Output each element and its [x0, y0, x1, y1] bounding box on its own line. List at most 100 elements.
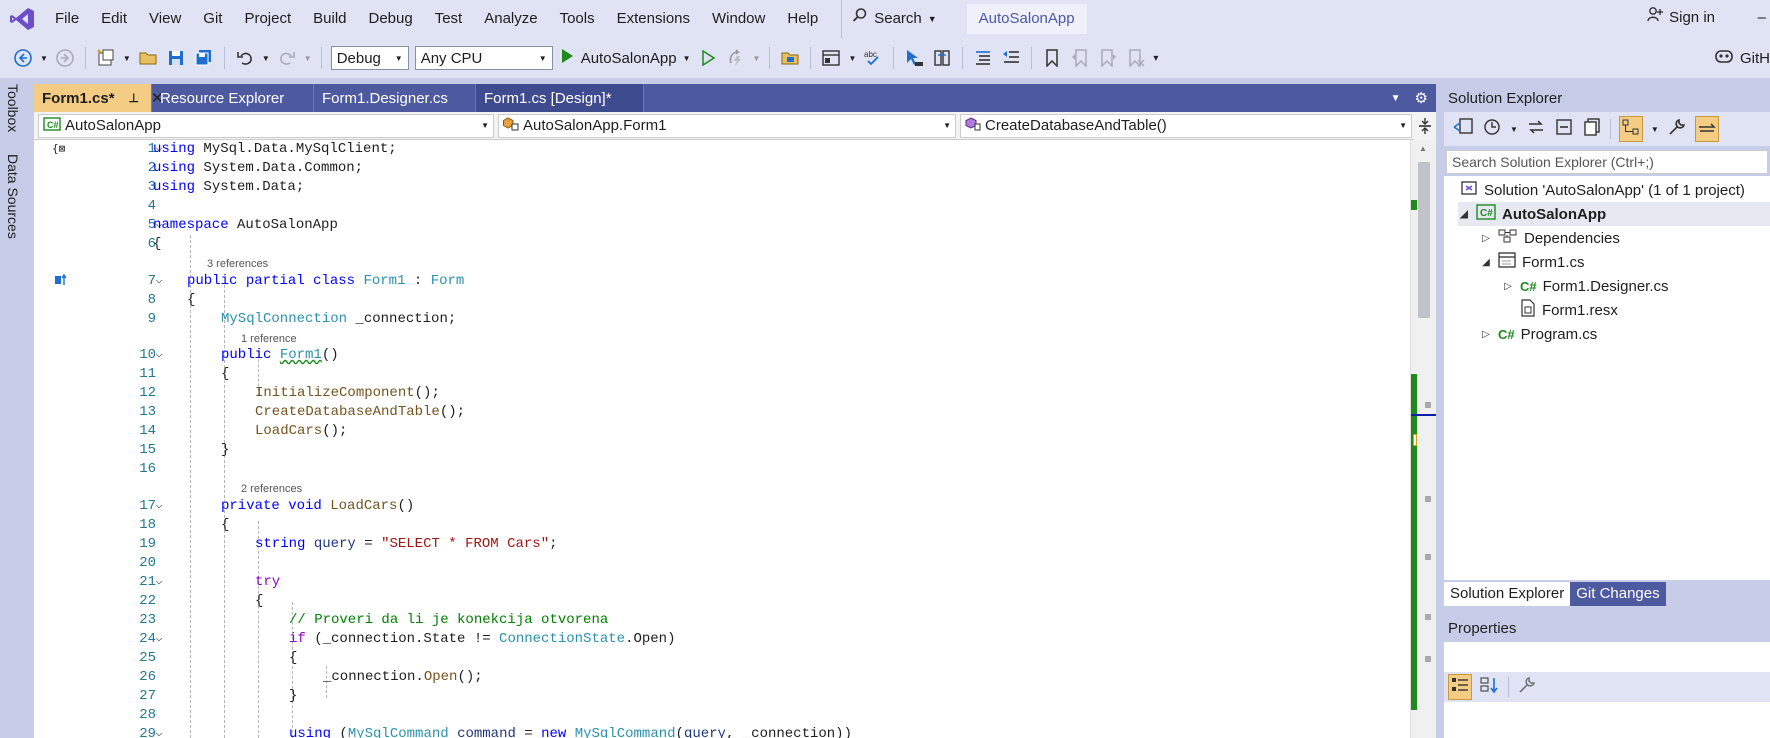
chevron-down-icon[interactable]: ▼	[1510, 125, 1518, 134]
menu-test[interactable]: Test	[424, 0, 474, 38]
menu-tools[interactable]: Tools	[549, 0, 606, 38]
alphabetical-icon[interactable]	[1480, 676, 1500, 698]
sync-with-document-icon[interactable]	[1526, 117, 1546, 141]
platform-select[interactable]: Any CPU ▼	[414, 46, 553, 70]
switch-views-icon[interactable]	[1452, 117, 1474, 141]
sign-in-button[interactable]: Sign in	[1647, 0, 1715, 36]
pending-changes-filter-icon[interactable]	[1482, 117, 1502, 141]
new-project-icon[interactable]	[95, 47, 117, 69]
layout-icon[interactable]	[820, 47, 842, 69]
codelens-references[interactable]: 2 references	[241, 481, 302, 497]
vertical-scrollbar[interactable]: ▲	[1410, 140, 1436, 738]
chevron-down-icon[interactable]: ▼	[753, 54, 761, 63]
previous-bookmark-icon[interactable]	[1069, 47, 1091, 69]
property-pages-wrench-icon[interactable]	[1517, 675, 1537, 699]
properties-wrench-icon[interactable]	[1667, 117, 1687, 141]
collapse-icon[interactable]: ⌵	[152, 346, 166, 365]
tab-solution-explorer[interactable]: Solution Explorer	[1444, 582, 1571, 606]
undo-icon[interactable]	[234, 47, 256, 69]
format-document-icon[interactable]	[972, 47, 994, 69]
spell-check-icon[interactable]: abc	[862, 47, 884, 69]
menu-help[interactable]: Help	[776, 0, 829, 38]
gear-icon[interactable]: ⚙	[1415, 89, 1428, 107]
solution-explorer-search-input[interactable]: Search Solution Explorer (Ctrl+;)	[1446, 150, 1768, 174]
collapsed-arrow-icon[interactable]: ▷	[1480, 329, 1492, 340]
outdent-icon[interactable]	[1000, 47, 1022, 69]
menu-build[interactable]: Build	[302, 0, 357, 38]
project-dropdown[interactable]: C# AutoSalonApp ▼	[38, 113, 494, 138]
toolbox-tab[interactable]: Toolbox	[5, 84, 21, 132]
collapse-icon[interactable]: ⌵	[152, 497, 166, 516]
collapse-icon[interactable]: ⌵	[152, 725, 166, 738]
tree-item-dependencies[interactable]: ▷ Dependencies	[1480, 226, 1620, 250]
redo-icon[interactable]	[276, 47, 298, 69]
collapsed-arrow-icon[interactable]: ▷	[1502, 281, 1514, 292]
configuration-select[interactable]: Debug ▼	[330, 46, 409, 70]
type-dropdown[interactable]: AutoSalonApp.Form1 ▼	[498, 113, 956, 138]
expanded-arrow-icon[interactable]: ◢	[1458, 209, 1470, 220]
categorized-icon[interactable]	[1448, 674, 1472, 700]
tab-resource-explorer[interactable]: Resource Explorer	[152, 84, 314, 112]
tree-item-project[interactable]: ◢ C# AutoSalonApp	[1458, 202, 1770, 226]
tree-item-program-cs[interactable]: ▷ C# Program.cs	[1480, 322, 1597, 346]
clear-bookmarks-icon[interactable]	[1125, 47, 1147, 69]
menu-edit[interactable]: Edit	[90, 0, 138, 38]
tree-item-solution[interactable]: Solution 'AutoSalonApp' (1 of 1 project)	[1460, 178, 1745, 202]
menu-view[interactable]: View	[138, 0, 192, 38]
pin-icon[interactable]: ⊥	[129, 91, 139, 105]
chevron-down-icon[interactable]: ▼	[304, 54, 312, 63]
tab-git-changes[interactable]: Git Changes	[1570, 582, 1666, 606]
collapse-icon[interactable]: ⌵	[152, 573, 166, 592]
chevron-down-icon[interactable]: ▼	[40, 54, 48, 63]
code-editor[interactable]: {⊠ 1 ⌵ using MySql.Data.MySqlClient; 2 u…	[34, 140, 1436, 738]
preview-selected-items-icon[interactable]	[1694, 116, 1719, 142]
tab-form1-design[interactable]: Form1.cs [Design]*	[476, 84, 644, 112]
minimize-button[interactable]: –	[1758, 0, 1766, 36]
save-all-icon[interactable]	[193, 47, 215, 69]
member-dropdown[interactable]: CreateDatabaseAndTable() ▼	[960, 113, 1412, 138]
select-element-icon[interactable]	[903, 47, 925, 69]
back-icon[interactable]	[12, 47, 34, 69]
chevron-down-icon[interactable]: ▼	[123, 54, 131, 63]
tree-item-form1-resx[interactable]: Form1.resx	[1520, 298, 1618, 322]
expanded-arrow-icon[interactable]: ◢	[1480, 257, 1492, 268]
tab-order-icon[interactable]	[931, 47, 953, 69]
show-all-files-icon[interactable]	[1582, 117, 1602, 141]
chevron-down-icon[interactable]: ▼	[1651, 125, 1659, 134]
scroll-up-arrow[interactable]: ▲	[1419, 144, 1427, 153]
tree-item-form1-cs[interactable]: ◢ Form1.cs	[1480, 250, 1585, 274]
filter-tree-icon[interactable]	[1618, 116, 1643, 142]
chevron-down-icon[interactable]: ▼	[848, 54, 856, 63]
collapse-icon[interactable]: ⌵	[152, 272, 166, 291]
menu-file[interactable]: File	[44, 0, 90, 38]
menu-git[interactable]: Git	[192, 0, 233, 38]
collapse-icon[interactable]: ⌵	[152, 630, 166, 649]
code-surface[interactable]: {⊠ 1 ⌵ using MySql.Data.MySqlClient; 2 u…	[34, 140, 1410, 738]
next-bookmark-icon[interactable]	[1097, 47, 1119, 69]
menu-debug[interactable]: Debug	[358, 0, 424, 38]
bookmark-icon[interactable]	[1041, 47, 1063, 69]
menu-project[interactable]: Project	[233, 0, 302, 38]
menu-window[interactable]: Window	[701, 0, 776, 38]
tab-list-chevron-icon[interactable]: ▼	[1391, 93, 1401, 104]
toolbar-overflow-icon[interactable]: ▾	[1153, 53, 1158, 64]
hot-reload-icon[interactable]	[725, 47, 747, 69]
tab-form1-designer-cs[interactable]: Form1.Designer.cs	[314, 84, 476, 112]
scroll-thumb[interactable]	[1418, 162, 1430, 318]
menu-extensions[interactable]: Extensions	[606, 0, 701, 38]
panel-splitter[interactable]	[1436, 78, 1444, 738]
start-without-debugging-icon[interactable]	[697, 47, 719, 69]
search-button[interactable]: Search ▼	[841, 0, 946, 38]
open-folder-icon[interactable]	[137, 47, 159, 69]
split-editor-icon[interactable]	[1414, 112, 1436, 140]
start-debugging-button[interactable]: AutoSalonApp ▼	[559, 48, 691, 68]
codelens-references[interactable]: 3 references	[207, 256, 268, 272]
collapse-all-icon[interactable]	[1554, 117, 1574, 141]
codelens-references[interactable]: 1 reference	[241, 331, 297, 347]
chevron-down-icon[interactable]: ▼	[262, 54, 270, 63]
menu-analyze[interactable]: Analyze	[473, 0, 548, 38]
github-copilot-button[interactable]: GitH	[1714, 38, 1770, 78]
browse-folder-icon[interactable]	[779, 47, 801, 69]
data-sources-tab[interactable]: Data Sources	[5, 154, 21, 239]
tab-form1-cs[interactable]: Form1.cs* ⊥ ✕	[34, 84, 164, 112]
